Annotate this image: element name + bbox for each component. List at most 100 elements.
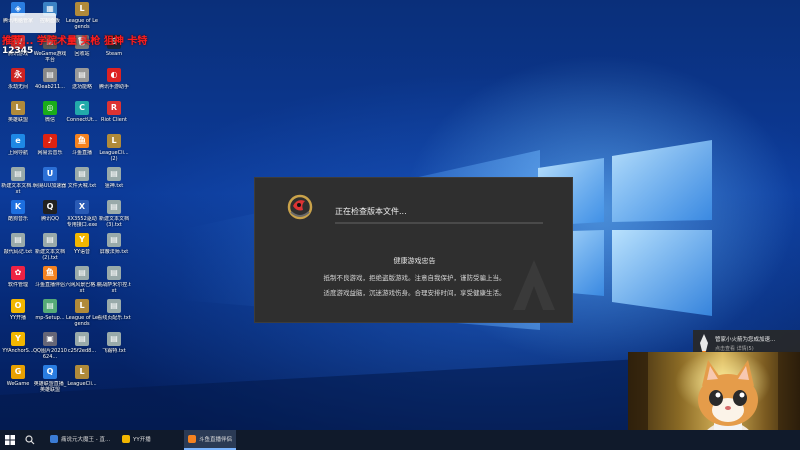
app-icon: ▤ xyxy=(75,167,89,181)
app-icon: 鱼 xyxy=(75,134,89,148)
game-logo-icon xyxy=(287,194,313,220)
app-icon: Q xyxy=(43,365,57,379)
desktop-icon-label: 上网导航 xyxy=(7,150,28,156)
desktop-icon-label: 送功能略 xyxy=(71,84,92,90)
desktop-icon-label: 腾讯手游助手 xyxy=(98,84,129,90)
desktop: ◈腾讯电脑管家▦控制面板LLeague of LegendsW腾讯游戏▣WeGa… xyxy=(0,0,800,430)
taskbar-apps: 痛说元大魔王 - 直... YY开播 斗鱼直播伴侣 xyxy=(40,430,236,450)
desktop-icon[interactable]: G WeGame xyxy=(2,365,34,405)
app-icon: ▤ xyxy=(11,167,25,181)
app-icon: ▤ xyxy=(43,233,57,247)
desktop-icon-label: QQ图片20210624... xyxy=(33,348,67,360)
desktop-icon-label: 腾讯QQ xyxy=(41,216,59,222)
desktop-icon-label: 屏蔽法师.txt xyxy=(99,249,129,255)
taskbar-app-icon xyxy=(50,435,58,443)
overlay-room-number: 12345 xyxy=(2,46,34,56)
progress-bar xyxy=(335,222,543,224)
app-icon: X xyxy=(75,200,89,214)
desktop-icon-label: 飞霜特.txt xyxy=(102,348,126,354)
desktop-icon-label: 酷狗音乐 xyxy=(7,216,28,222)
desktop-icon-label: WeGame xyxy=(6,381,30,387)
desktop-icon-label: Riot Client xyxy=(101,117,127,123)
stream-overlay: 推荐... 学院术量 头枪 狙神 卡特 12345 xyxy=(0,13,200,63)
app-icon: O xyxy=(11,299,25,313)
app-icon: ▤ xyxy=(75,332,89,346)
taskbar-app-label: 斗鱼直播伴侣 xyxy=(199,437,232,443)
logo-pane-br xyxy=(612,230,712,316)
app-icon: U xyxy=(43,167,57,181)
app-icon: L xyxy=(107,134,121,148)
app-icon: ▤ xyxy=(107,299,121,313)
app-icon: ▤ xyxy=(107,167,121,181)
desktop-icon[interactable]: Q 英雄联盟直播_英雄联盟 xyxy=(34,365,66,405)
taskbar-app[interactable]: 痛说元大魔王 - 直... xyxy=(46,430,114,450)
desktop-icon[interactable]: L LeagueCli... xyxy=(66,365,98,405)
app-icon: ◎ xyxy=(43,101,57,115)
app-icon: ◐ xyxy=(107,68,121,82)
desktop-icon-label: League of Legends xyxy=(65,315,99,327)
desktop-icon-label: 六网风景巴格.txt xyxy=(65,282,99,294)
desktop-icon-label: 网易UU加速器 xyxy=(33,183,67,189)
desktop-icon-label: 敲代码记.txt xyxy=(3,249,33,255)
desktop-icon-label: c25f2ed8... xyxy=(67,348,97,354)
taskbar: 痛说元大魔王 - 直... YY开播 斗鱼直播伴侣 xyxy=(0,430,800,450)
overlay-title: 推荐... 学院术量 头枪 狙神 卡特 xyxy=(2,36,148,47)
desktop-icon-label: 新建文本文档(2).txt xyxy=(34,249,65,261)
desktop-icon-label: 网易云音乐 xyxy=(37,150,63,156)
loading-status: 正在检查版本文件... xyxy=(335,207,407,216)
app-icon: ▤ xyxy=(107,233,121,247)
desktop-icon-label: 永劫无间 xyxy=(7,84,28,90)
app-icon: ▤ xyxy=(75,68,89,82)
app-icon: ▤ xyxy=(75,266,89,280)
app-icon: e xyxy=(11,134,25,148)
desktop-icon-label: ConnectUt... xyxy=(66,117,98,123)
desktop-icon-label: 40eab211... xyxy=(35,84,65,90)
desktop-icon-label: XX3552驱动专用接口.exe xyxy=(66,216,98,228)
taskbar-app-label: YY开播 xyxy=(133,437,151,443)
taskbar-app[interactable]: 斗鱼直播伴侣 xyxy=(184,430,236,450)
desktop-icon-label: 英雄联盟 xyxy=(7,117,28,123)
app-icon: L xyxy=(11,101,25,115)
desktop-icon-label: 斗鱼直播 xyxy=(71,150,92,156)
desktop-icon-label: 英雄联盟直播_英雄联盟 xyxy=(33,381,67,393)
app-icon: ▣ xyxy=(43,332,57,346)
webcam-overlay xyxy=(628,352,800,430)
desktop-icon-label: 文件大喊.txt xyxy=(67,183,97,189)
app-icon: R xyxy=(107,101,121,115)
desktop-icon-label: LeagueCli... (2) xyxy=(99,150,129,162)
taskbar-app[interactable]: YY开播 xyxy=(118,430,180,450)
notice-line-1: 抵制不良游戏，拒绝盗版游戏。注意自我保护，谨防受骗上当。 xyxy=(323,274,506,282)
taskbar-app-label: 痛说元大魔王 - 直... xyxy=(60,437,110,443)
desktop-icon-label: 狙神.txt xyxy=(104,183,124,189)
desktop-icon[interactable]: ▤ 飞霜特.txt xyxy=(98,332,130,372)
toast-subtext: 点击查看 详情(5) xyxy=(715,346,754,352)
desktop-icon-label: 软件管理 xyxy=(7,282,28,288)
desktop-icon-label: YYAnchorS... xyxy=(2,348,34,354)
desktop-icon-label: YY开播 xyxy=(9,315,27,321)
app-icon: ▤ xyxy=(107,266,121,280)
start-button[interactable] xyxy=(0,430,20,450)
launcher-dialog: 正在检查版本文件... 健康游戏忠告 抵制不良游戏，拒绝盗版游戏。注意自我保护，… xyxy=(254,177,573,323)
app-icon: Y xyxy=(11,332,25,346)
app-icon: ▤ xyxy=(43,299,57,313)
app-icon: C xyxy=(75,101,89,115)
desktop-icon-label: 新建文本文档.txt xyxy=(1,183,35,195)
taskbar-app-icon xyxy=(122,435,130,443)
toast-text: 管家小火箭为您成加速... xyxy=(715,337,776,343)
desktop-icon-label: 斗鱼直播伴侣 xyxy=(34,282,65,288)
app-icon: L xyxy=(75,299,89,313)
desktop-icon-label: 挑战萨米尔控.txt xyxy=(97,282,131,294)
desktop-icon-label: mp-Setup... xyxy=(35,315,65,321)
room-badge xyxy=(10,13,56,33)
search-icon xyxy=(25,435,35,445)
app-icon: ♪ xyxy=(43,134,57,148)
desktop-icon-label: 新建文本文档(3).txt xyxy=(98,216,129,228)
app-icon: ▤ xyxy=(43,68,57,82)
taskbar-app-icon xyxy=(188,435,196,443)
desktop-icon-label: YY语音 xyxy=(73,249,91,255)
logo-pane-tr xyxy=(612,140,712,222)
taskbar-search-button[interactable] xyxy=(20,430,40,450)
app-icon: 永 xyxy=(11,68,25,82)
health-notice: 健康游戏忠告 抵制不良游戏，拒绝盗版游戏。注意自我保护，谨防受骗上当。 适度游戏… xyxy=(255,256,574,302)
app-icon: K xyxy=(11,200,25,214)
